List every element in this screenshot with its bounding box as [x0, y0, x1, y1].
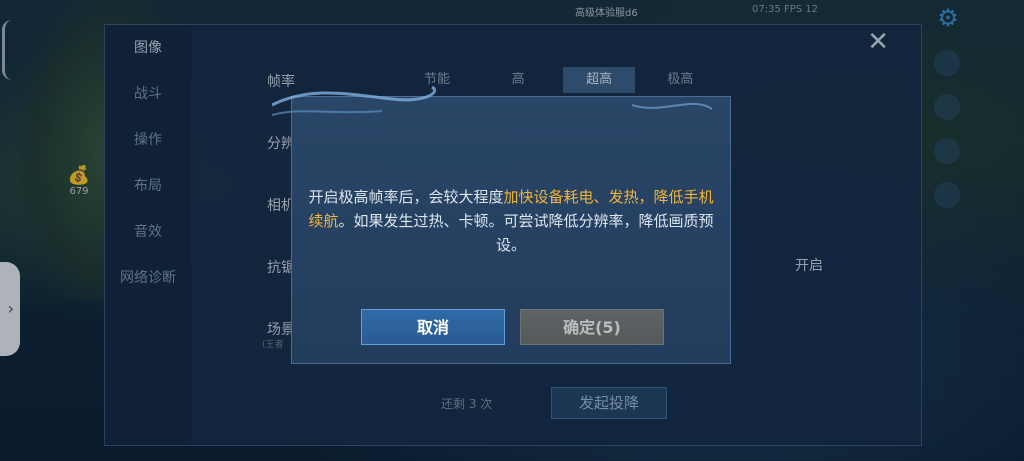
dialog-message: 开启极高帧率后，会较大程度加快设备耗电、发热，降低手机续航。如果发生过热、卡顿。… — [308, 188, 714, 254]
warning-dialog: 开启极高帧率后，会较大程度加快设备耗电、发热，降低手机续航。如果发生过热、卡顿。… — [272, 85, 731, 364]
confirm-button[interactable]: 确定(5) — [520, 309, 664, 345]
cancel-button[interactable]: 取消 — [361, 309, 505, 345]
swirl-ornament-icon — [272, 85, 713, 116]
